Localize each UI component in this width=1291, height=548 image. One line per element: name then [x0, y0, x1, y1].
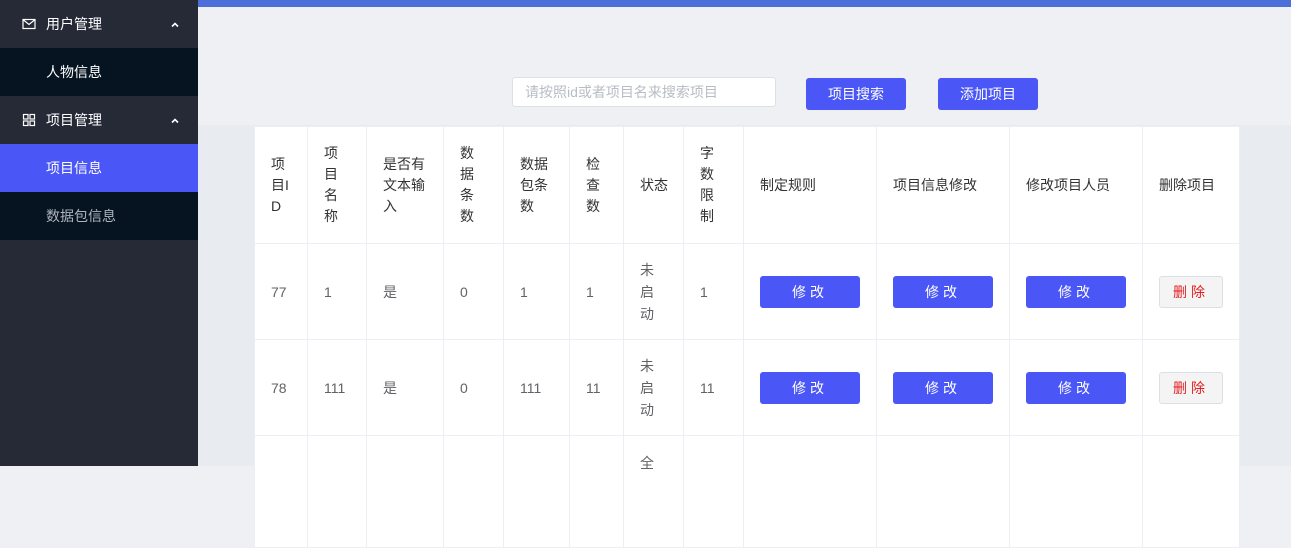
cell-data-count — [443, 435, 504, 548]
header-package-count: 数据包条数 — [503, 126, 570, 244]
table-row: 78 111 是 0 111 11 未启动 11 修改 修改 修改 删除 — [254, 339, 1240, 436]
header-status: 状态 — [623, 126, 684, 244]
cell-id: 77 — [254, 243, 308, 340]
cell-edit-info: 修改 — [876, 339, 1010, 436]
sidebar-item-person-info[interactable]: 人物信息 — [0, 48, 198, 96]
header-edit-project-info: 项目信息修改 — [876, 126, 1010, 244]
cell-package-count: 1 — [503, 243, 570, 340]
menu-project-management[interactable]: 项目管理 — [0, 96, 198, 144]
cell-id: 78 — [254, 339, 308, 436]
table-header-row: 项目ID 项目名称 是否有文本输入 数据条数 数据包条数 检查数 状态 字数限制… — [254, 126, 1240, 244]
header-text-input: 是否有文本输入 — [366, 126, 444, 244]
chevron-up-icon — [170, 17, 180, 28]
grid-icon — [22, 113, 36, 127]
cell-set-rules — [743, 435, 877, 548]
cell-word-limit — [683, 435, 744, 548]
add-project-button[interactable]: 添加项目 — [938, 78, 1038, 110]
table-row: 全 — [254, 435, 1240, 548]
cell-status: 全 — [623, 435, 684, 548]
delete-project-button[interactable]: 删除 — [1159, 371, 1223, 404]
search-input[interactable] — [512, 77, 776, 107]
menu-user-management[interactable]: 用户管理 — [0, 0, 198, 48]
menu-user-management-label: 用户管理 — [46, 16, 102, 32]
cell-name: 111 — [307, 339, 367, 436]
cell-text-input — [366, 435, 444, 548]
project-table: 项目ID 项目名称 是否有文本输入 数据条数 数据包条数 检查数 状态 字数限制… — [254, 126, 1240, 548]
cell-check-count: 1 — [569, 243, 624, 340]
sidebar: 用户管理 人物信息 项目管理 项目信息 数据包信息 — [0, 0, 198, 466]
menu-project-management-label: 项目管理 — [46, 112, 102, 128]
cell-status: 未启动 — [623, 243, 684, 340]
sidebar-item-label: 人物信息 — [46, 64, 102, 80]
edit-project-members-button[interactable]: 修改 — [1026, 371, 1126, 404]
search-button[interactable]: 项目搜索 — [806, 78, 906, 110]
cell-edit-members: 修改 — [1009, 339, 1143, 436]
edit-project-info-button[interactable]: 修改 — [893, 275, 993, 308]
cell-package-count: 111 — [503, 339, 570, 436]
set-rules-button[interactable]: 修改 — [760, 275, 860, 308]
content-header-area — [198, 7, 1291, 125]
header-edit-project-members: 修改项目人员 — [1009, 126, 1143, 244]
header-delete-project: 删除项目 — [1142, 126, 1240, 244]
cell-status: 未启动 — [623, 339, 684, 436]
cell-edit-members: 修改 — [1009, 243, 1143, 340]
cell-check-count: 11 — [569, 339, 624, 436]
cell-delete: 删除 — [1142, 339, 1240, 436]
sidebar-item-project-info[interactable]: 项目信息 — [0, 144, 198, 192]
header-data-count: 数据条数 — [443, 126, 504, 244]
cell-delete — [1142, 435, 1240, 548]
chevron-up-icon — [170, 113, 180, 124]
delete-project-button[interactable]: 删除 — [1159, 275, 1223, 308]
header-project-name: 项目名称 — [307, 126, 367, 244]
cell-data-count: 0 — [443, 339, 504, 436]
edit-project-info-button[interactable]: 修改 — [893, 371, 993, 404]
cell-word-limit: 1 — [683, 243, 744, 340]
cell-edit-info — [876, 435, 1010, 548]
edit-project-members-button[interactable]: 修改 — [1026, 275, 1126, 308]
cell-name: 1 — [307, 243, 367, 340]
cell-check-count — [569, 435, 624, 548]
sidebar-item-label: 项目信息 — [46, 160, 102, 176]
cell-id — [254, 435, 308, 548]
cell-edit-info: 修改 — [876, 243, 1010, 340]
table-row: 77 1 是 0 1 1 未启动 1 修改 修改 修改 删除 — [254, 243, 1240, 340]
cell-data-count: 0 — [443, 243, 504, 340]
header-set-rules: 制定规则 — [743, 126, 877, 244]
cell-text-input: 是 — [366, 339, 444, 436]
cell-word-limit: 11 — [683, 339, 744, 436]
set-rules-button[interactable]: 修改 — [760, 371, 860, 404]
cell-text-input: 是 — [366, 243, 444, 340]
sidebar-item-package-info[interactable]: 数据包信息 — [0, 192, 198, 240]
cell-delete: 删除 — [1142, 243, 1240, 340]
cell-package-count — [503, 435, 570, 548]
cell-name — [307, 435, 367, 548]
sidebar-item-label: 数据包信息 — [46, 208, 116, 224]
header-word-limit: 字数限制 — [683, 126, 744, 244]
cell-set-rules: 修改 — [743, 339, 877, 436]
header-check-count: 检查数 — [569, 126, 624, 244]
cell-edit-members — [1009, 435, 1143, 548]
mail-icon — [22, 17, 36, 31]
header-project-id: 项目ID — [254, 126, 308, 244]
cell-set-rules: 修改 — [743, 243, 877, 340]
